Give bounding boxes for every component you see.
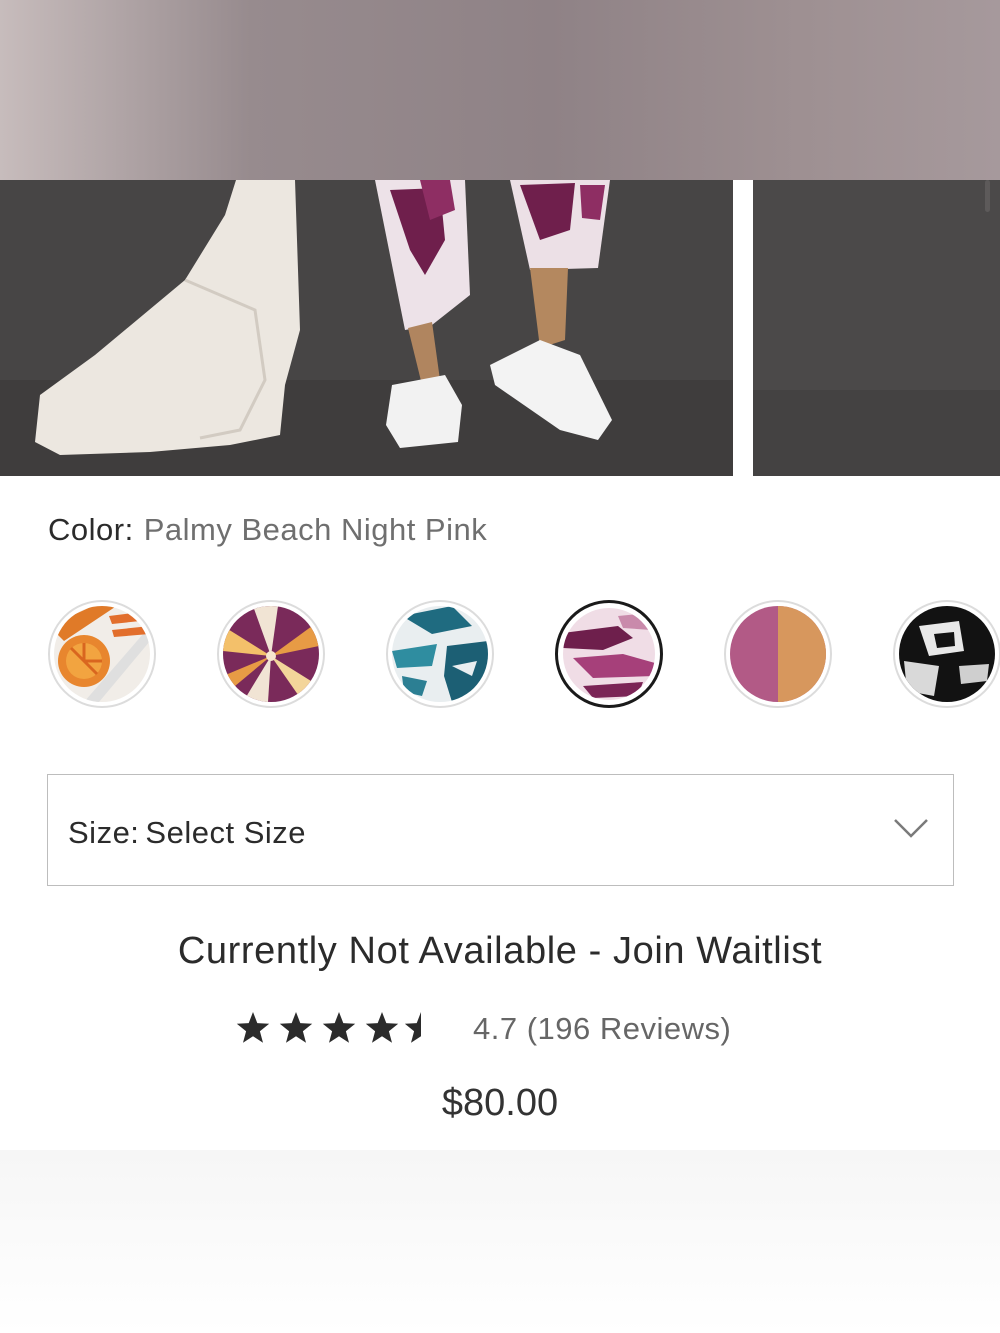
product-photo-main[interactable] xyxy=(0,180,733,476)
product-price: $80.00 xyxy=(441,1082,559,1124)
color-swatch-purple-starburst[interactable] xyxy=(217,600,325,708)
color-swatch-orange-citrus-stripe[interactable] xyxy=(48,600,156,708)
chevron-down-icon[interactable] xyxy=(893,817,929,839)
star-icon xyxy=(279,1012,313,1043)
color-label: Color: xyxy=(48,512,134,547)
size-value: Select Size xyxy=(145,815,306,850)
color-swatch-teal-tie-dye[interactable] xyxy=(386,600,494,708)
color-swatch-black-white-print[interactable] xyxy=(893,600,1000,708)
top-banner xyxy=(0,0,1000,180)
color-selection-label: Color: Palmy Beach Night Pink xyxy=(48,512,487,548)
gallery-scrollbar[interactable] xyxy=(985,180,990,212)
size-label: Size: xyxy=(68,815,140,850)
star-rating-icon xyxy=(236,1012,421,1043)
product-photo-next[interactable] xyxy=(753,180,1000,476)
color-swatch-palmy-beach-night-pink[interactable] xyxy=(555,600,663,708)
bottom-fade xyxy=(0,1150,1000,1333)
star-half-icon xyxy=(405,1012,421,1043)
size-dropdown[interactable]: Size: Select Size xyxy=(47,774,954,886)
join-waitlist-link[interactable]: Currently Not Available - Join Waitlist xyxy=(0,930,1000,973)
star-icon xyxy=(236,1012,270,1043)
star-icon xyxy=(322,1012,356,1043)
color-value: Palmy Beach Night Pink xyxy=(143,512,488,547)
rating-text[interactable]: 4.7 (196 Reviews) xyxy=(473,1011,731,1047)
color-swatch-pink-tan-colorblock[interactable] xyxy=(724,600,832,708)
product-image-gallery[interactable] xyxy=(0,180,1000,476)
size-dropdown-label: Size: Select Size xyxy=(68,815,306,851)
star-icon xyxy=(365,1012,399,1043)
